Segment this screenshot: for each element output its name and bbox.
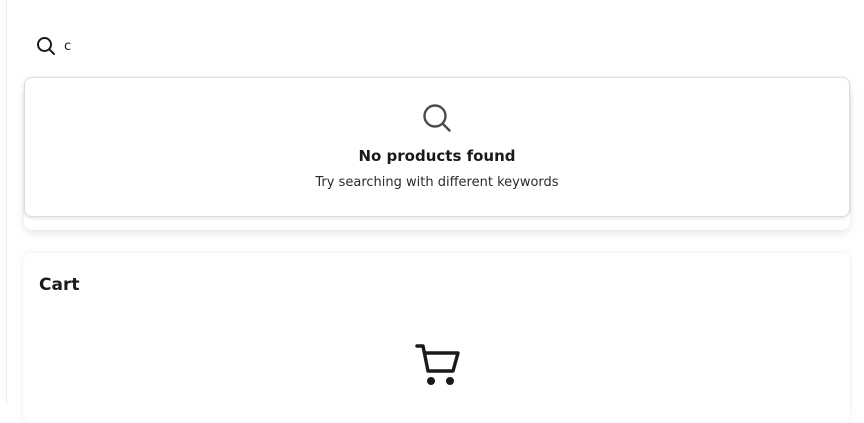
search-results-panel: No products found Try searching with dif… bbox=[24, 77, 850, 217]
search-icon bbox=[36, 36, 56, 56]
cart-icon bbox=[414, 343, 462, 393]
cart-panel: Cart bbox=[23, 253, 850, 423]
empty-results-subtitle: Try searching with different keywords bbox=[315, 175, 559, 190]
left-divider bbox=[6, 0, 7, 405]
empty-results-title: No products found bbox=[358, 147, 516, 165]
search-input[interactable] bbox=[64, 36, 264, 56]
search-bar[interactable] bbox=[36, 34, 264, 58]
search-icon bbox=[422, 103, 452, 137]
cart-title: Cart bbox=[39, 275, 80, 295]
